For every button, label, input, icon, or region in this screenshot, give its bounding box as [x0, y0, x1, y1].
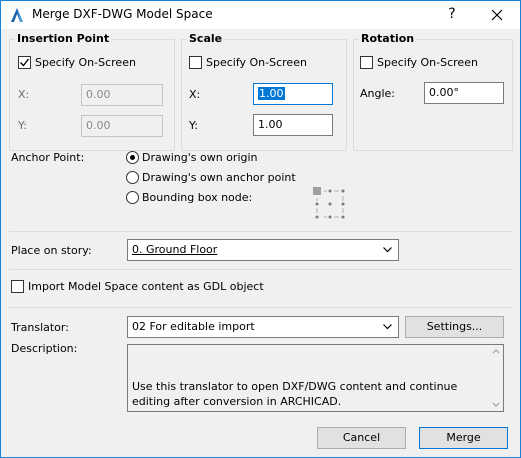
anchor-point-label: Anchor Point: [11, 151, 85, 164]
divider [9, 307, 512, 308]
window-title: Merge DXF-DWG Model Space [32, 7, 213, 21]
chevron-down-icon [383, 247, 392, 253]
chevron-down-icon [383, 324, 392, 330]
anchor-radio-bounding[interactable] [126, 191, 139, 204]
bounding-box-node-picker[interactable] [313, 187, 347, 221]
translator-label: Translator: [11, 321, 69, 334]
anchor-radio-origin[interactable] [126, 151, 139, 164]
translator-value: 02 For editable import [132, 320, 255, 333]
anchor-option-bounding: Bounding box node: [142, 191, 253, 204]
scale-x-label: X: [189, 88, 201, 101]
insertion-specify-checkbox[interactable] [18, 56, 31, 69]
scale-specify-checkbox[interactable] [189, 56, 202, 69]
close-button[interactable] [474, 1, 520, 29]
rotation-title: Rotation [359, 32, 417, 45]
radio-dot [130, 155, 135, 160]
insertion-y-field[interactable]: 0.00 [81, 115, 163, 137]
description-text: Use this translator to open DXF/DWG cont… [132, 380, 461, 408]
translator-dropdown[interactable]: 02 For editable import [127, 316, 399, 338]
close-icon [491, 9, 503, 21]
insertion-specify-label: Specify On-Screen [35, 56, 136, 69]
insertion-y-label: Y: [18, 119, 27, 132]
rotation-specify-label: Specify On-Screen [377, 56, 478, 69]
scale-title: Scale [187, 32, 225, 45]
divider [9, 231, 512, 232]
cancel-button[interactable]: Cancel [317, 427, 406, 449]
merge-button[interactable]: Merge [419, 427, 508, 449]
checkmark-icon [20, 58, 30, 67]
rotation-angle-label: Angle: [360, 87, 396, 100]
settings-button[interactable]: Settings... [405, 316, 504, 338]
scale-x-field[interactable]: 1.00 [253, 83, 333, 105]
merge-dialog: Merge DXF-DWG Model Space ? Insertion Po… [0, 0, 521, 458]
place-on-story-value: 0. Ground Floor [132, 243, 218, 256]
description-scrollbar[interactable] [489, 345, 503, 411]
place-on-story-label: Place on story: [11, 244, 92, 257]
anchor-option-origin: Drawing's own origin [142, 151, 258, 164]
insertion-x-label: X: [18, 88, 30, 101]
scale-y-label: Y: [189, 119, 198, 132]
insertion-x-field[interactable]: 0.00 [81, 84, 163, 106]
place-on-story-dropdown[interactable]: 0. Ground Floor [127, 239, 399, 261]
help-button[interactable]: ? [429, 1, 475, 29]
node-top-left-selected[interactable] [313, 187, 321, 195]
anchor-radio-anchor[interactable] [126, 171, 139, 184]
archicad-app-icon [11, 8, 23, 22]
dialog-footer: Cancel Merge [1, 419, 520, 457]
rotation-angle-field[interactable]: 0.00° [424, 82, 504, 104]
import-gdl-checkbox[interactable] [11, 280, 24, 293]
rotation-specify-checkbox[interactable] [360, 56, 373, 69]
scroll-down-icon[interactable] [492, 402, 500, 407]
scale-x-value: 1.00 [258, 87, 285, 100]
scale-y-field[interactable]: 1.00 [253, 114, 333, 136]
scale-specify-label: Specify On-Screen [206, 56, 307, 69]
description-label: Description: [11, 342, 78, 355]
insertion-point-title: Insertion Point [15, 32, 112, 45]
import-gdl-label: Import Model Space content as GDL object [28, 280, 264, 293]
description-box[interactable]: Use this translator to open DXF/DWG cont… [127, 344, 504, 412]
divider [9, 269, 512, 270]
scroll-up-icon[interactable] [492, 349, 500, 354]
title-bar[interactable]: Merge DXF-DWG Model Space ? [1, 1, 520, 29]
anchor-option-anchor: Drawing's own anchor point [142, 171, 296, 184]
